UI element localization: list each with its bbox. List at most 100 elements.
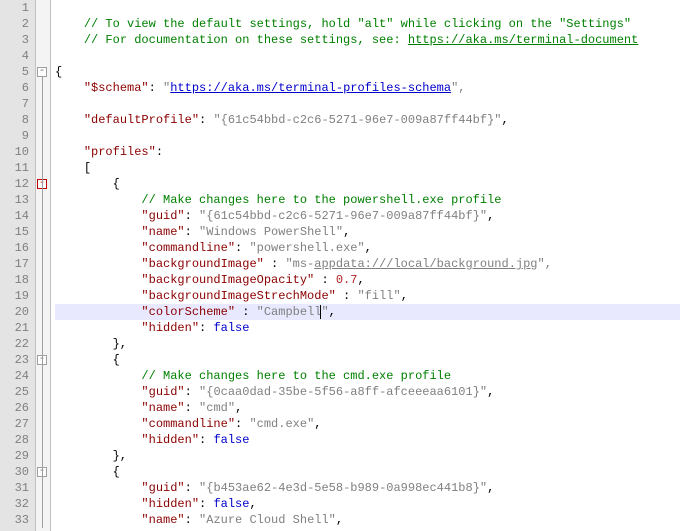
code-line[interactable]: }, [55, 448, 680, 464]
json-keyword: false [213, 321, 249, 335]
code-line[interactable]: "profiles": [55, 144, 680, 160]
hyperlink: https://aka.ms/terminal-document [408, 33, 638, 47]
fold-toggle-icon[interactable]: - [37, 67, 47, 77]
json-string: "fill" [357, 289, 400, 303]
hyperlink: https://aka.ms/terminal-profiles-schema [170, 81, 451, 95]
code-line[interactable]: "backgroundImageStrechMode" : "fill", [55, 288, 680, 304]
json-key: "hidden" [141, 433, 199, 447]
brace: }, [113, 337, 127, 351]
code-line[interactable]: "commandline": "powershell.exe", [55, 240, 680, 256]
brace: { [113, 177, 120, 191]
brace: }, [113, 449, 127, 463]
code-line[interactable]: "backgroundImageOpacity" : 0.7, [55, 272, 680, 288]
fold-gutter[interactable]: ---- [36, 0, 51, 531]
line-number: 22 [0, 336, 29, 352]
json-key: "name" [141, 513, 184, 527]
code-line[interactable]: // Make changes here to the cmd.exe prof… [55, 368, 680, 384]
json-string: "{61c54bbd-c2c6-5271-96e7-009a87ff44bf}" [199, 209, 487, 223]
line-number: 6 [0, 80, 29, 96]
code-line[interactable]: // For documentation on these settings, … [55, 32, 680, 48]
line-number: 19 [0, 288, 29, 304]
code-line[interactable] [55, 128, 680, 144]
json-number: 0.7 [336, 273, 358, 287]
json-key: "backgroundImageStrechMode" [141, 289, 335, 303]
brace: { [113, 465, 120, 479]
brace: { [113, 353, 120, 367]
line-number: 1 [0, 0, 29, 16]
line-number: 10 [0, 144, 29, 160]
code-line[interactable]: "hidden": false, [55, 496, 680, 512]
code-line[interactable]: "hidden": false [55, 432, 680, 448]
line-number: 3 [0, 32, 29, 48]
code-line[interactable]: "guid": "{61c54bbd-c2c6-5271-96e7-009a87… [55, 208, 680, 224]
json-key: "guid" [141, 481, 184, 495]
code-line[interactable]: "colorScheme" : "Campbell", [55, 304, 680, 320]
code-line[interactable]: { [55, 176, 680, 192]
code-area[interactable]: // To view the default settings, hold "a… [51, 0, 680, 531]
comment: // For documentation on these settings, … [84, 33, 408, 47]
code-line[interactable]: "name": "Windows PowerShell", [55, 224, 680, 240]
code-line[interactable]: }, [55, 336, 680, 352]
line-number: 32 [0, 496, 29, 512]
line-number: 30 [0, 464, 29, 480]
code-line[interactable]: [ [55, 160, 680, 176]
code-line[interactable]: // Make changes here to the powershell.e… [55, 192, 680, 208]
code-line[interactable]: "commandline": "cmd.exe", [55, 416, 680, 432]
line-number: 24 [0, 368, 29, 384]
line-number: 17 [0, 256, 29, 272]
line-number: 25 [0, 384, 29, 400]
comment: // Make changes here to the cmd.exe prof… [141, 369, 451, 383]
json-string: "{61c54bbd-c2c6-5271-96e7-009a87ff44bf}" [213, 113, 501, 127]
code-line[interactable]: "guid": "{b453ae62-4e3d-5e58-b989-0a998e… [55, 480, 680, 496]
json-string: "{b453ae62-4e3d-5e58-b989-0a998ec441b8}" [199, 481, 487, 495]
line-number: 31 [0, 480, 29, 496]
json-key: "profiles" [84, 145, 156, 159]
code-line[interactable]: { [55, 464, 680, 480]
line-number: 20 [0, 304, 29, 320]
code-line[interactable]: "guid": "{0caa0dad-35be-5f56-a8ff-afceee… [55, 384, 680, 400]
code-line[interactable] [55, 48, 680, 64]
code-line[interactable]: "name": "Azure Cloud Shell", [55, 512, 680, 528]
json-key: "backgroundImageOpacity" [141, 273, 314, 287]
line-number: 27 [0, 416, 29, 432]
comment: // To view the default settings, hold "a… [84, 17, 639, 31]
line-number: 15 [0, 224, 29, 240]
line-number: 4 [0, 48, 29, 64]
json-key: "backgroundImage" [141, 257, 263, 271]
code-line[interactable]: // To view the default settings, hold "a… [55, 16, 680, 32]
json-key: "$schema" [84, 81, 149, 95]
code-line[interactable]: { [55, 64, 680, 80]
json-key: "hidden" [141, 497, 199, 511]
json-string: "Windows PowerShell" [199, 225, 343, 239]
code-line[interactable] [55, 96, 680, 112]
code-line[interactable]: "backgroundImage" : "ms-appdata:///local… [55, 256, 680, 272]
json-string: "cmd" [199, 401, 235, 415]
json-keyword: false [213, 433, 249, 447]
code-line[interactable]: "hidden": false [55, 320, 680, 336]
code-line[interactable] [55, 0, 680, 16]
line-number-gutter: 1234567891011121314151617181920212223242… [0, 0, 36, 531]
comment: // Make changes here to the powershell.e… [141, 193, 501, 207]
line-number: 13 [0, 192, 29, 208]
line-number: 14 [0, 208, 29, 224]
json-key: "defaultProfile" [84, 113, 199, 127]
json-key: "colorScheme" [141, 305, 235, 319]
code-editor[interactable]: 1234567891011121314151617181920212223242… [0, 0, 680, 531]
hyperlink: appdata:///local/background.jpg [314, 257, 537, 271]
line-number: 2 [0, 16, 29, 32]
line-number: 21 [0, 320, 29, 336]
line-number: 16 [0, 240, 29, 256]
line-number: 7 [0, 96, 29, 112]
json-string: "Campbell [257, 305, 322, 319]
json-key: "name" [141, 225, 184, 239]
json-key: "commandline" [141, 241, 235, 255]
code-line[interactable]: "defaultProfile": "{61c54bbd-c2c6-5271-9… [55, 112, 680, 128]
code-line[interactable]: "name": "cmd", [55, 400, 680, 416]
json-key: "commandline" [141, 417, 235, 431]
json-key: "name" [141, 401, 184, 415]
line-number: 8 [0, 112, 29, 128]
code-line[interactable]: "$schema": "https://aka.ms/terminal-prof… [55, 80, 680, 96]
line-number: 11 [0, 160, 29, 176]
code-line[interactable]: { [55, 352, 680, 368]
json-key: "hidden" [141, 321, 199, 335]
